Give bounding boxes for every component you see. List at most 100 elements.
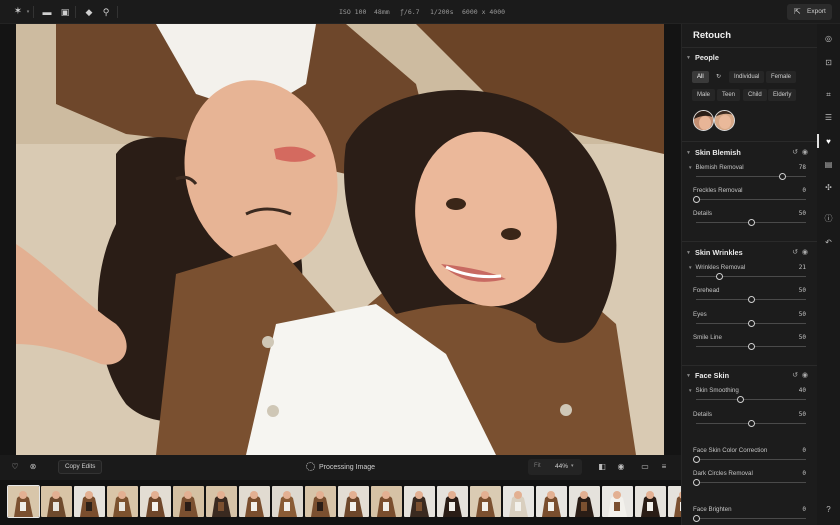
person-avatar[interactable] — [714, 110, 735, 131]
slider-handle[interactable] — [737, 396, 744, 403]
face-skin-toggle[interactable]: ▼ Face Skin — [686, 371, 729, 380]
slider-handle[interactable] — [748, 343, 755, 350]
slider-track[interactable] — [696, 276, 806, 277]
slider-value[interactable]: 78 — [799, 164, 806, 171]
filter-male[interactable]: Male — [692, 89, 716, 101]
chevron-down-icon[interactable]: ▾ — [571, 463, 574, 469]
slider-handle[interactable] — [693, 196, 700, 203]
slider-track[interactable] — [696, 518, 806, 519]
refresh-icon[interactable]: ↻ — [711, 71, 726, 83]
filmstrip-toggle-icon[interactable]: ▭ — [640, 462, 650, 472]
filmstrip-thumbnail[interactable] — [272, 486, 303, 517]
filmstrip-thumbnail[interactable] — [140, 486, 171, 517]
slider-value[interactable]: 50 — [799, 311, 806, 318]
slider-value[interactable]: 40 — [799, 387, 806, 394]
slider-track[interactable] — [696, 459, 806, 460]
slider-value[interactable]: 50 — [799, 411, 806, 418]
filmstrip-thumbnail[interactable] — [404, 486, 435, 517]
filmstrip-thumbnail[interactable] — [41, 486, 72, 517]
folder-icon[interactable]: ▬ — [41, 6, 53, 18]
people-section-toggle[interactable]: ▼ People — [686, 53, 719, 62]
filter-child[interactable]: Child — [743, 89, 767, 101]
compare-icon[interactable]: ◧ — [597, 462, 607, 472]
filter-individual[interactable]: Individual — [729, 71, 765, 83]
filmstrip-thumbnail[interactable] — [536, 486, 567, 517]
eye-icon[interactable]: ◉ — [802, 149, 808, 156]
filmstrip-thumbnail[interactable] — [239, 486, 270, 517]
slider-value[interactable]: 0 — [802, 187, 806, 194]
presets-icon[interactable]: ◎ — [823, 33, 834, 44]
eye-icon[interactable]: ◉ — [802, 249, 808, 256]
heart-icon[interactable]: ♡ — [10, 462, 20, 472]
filmstrip-thumbnail[interactable] — [7, 485, 40, 518]
skin-blemish-toggle[interactable]: ▼ Skin Blemish — [686, 148, 741, 157]
expand-caret-icon[interactable]: ▼ — [688, 165, 692, 170]
slider-value[interactable]: 50 — [799, 210, 806, 217]
slider-value[interactable]: 21 — [799, 264, 806, 271]
filmstrip-thumbnail[interactable] — [503, 486, 534, 517]
fit-button[interactable]: Fit — [534, 463, 541, 469]
slider-handle[interactable] — [748, 296, 755, 303]
copy-edits-button[interactable]: Copy Edits — [58, 460, 103, 474]
slider-track[interactable] — [696, 482, 806, 483]
slider-handle[interactable] — [693, 479, 700, 486]
filmstrip-thumbnail[interactable] — [74, 486, 105, 517]
slider-handle[interactable] — [716, 273, 724, 280]
help-icon[interactable]: ? — [823, 504, 834, 515]
eraser-icon[interactable]: ◆ — [83, 6, 95, 18]
history-icon[interactable]: ↶ — [823, 237, 834, 248]
layers-icon[interactable]: ▤ — [823, 159, 834, 170]
filter-female[interactable]: Female — [766, 71, 797, 83]
zoom-level[interactable]: 44% — [555, 463, 568, 470]
filter-all[interactable]: All — [692, 71, 709, 83]
slider-track[interactable] — [696, 176, 806, 177]
filmstrip-thumbnail[interactable] — [305, 486, 336, 517]
filmstrip-thumbnail[interactable] — [437, 486, 468, 517]
filmstrip-thumbnail[interactable] — [470, 486, 501, 517]
filmstrip-thumbnail[interactable] — [173, 486, 204, 517]
person-avatar[interactable] — [693, 110, 714, 131]
slider-value[interactable]: 0 — [802, 470, 806, 477]
filmstrip-thumbnail[interactable] — [602, 486, 633, 517]
filter-elderly[interactable]: Elderly — [768, 89, 797, 101]
filmstrip-thumbnail[interactable] — [338, 486, 369, 517]
skin-wrinkles-toggle[interactable]: ▼ Skin Wrinkles — [686, 248, 743, 257]
slider-handle[interactable] — [748, 320, 755, 327]
slider-track[interactable] — [696, 199, 806, 200]
expand-caret-icon[interactable]: ▼ — [688, 388, 692, 393]
reset-icon[interactable]: ↺ — [792, 149, 798, 156]
reset-icon[interactable]: ↺ — [792, 372, 798, 379]
slider-handle[interactable] — [693, 515, 700, 522]
retouch-icon[interactable]: ♥ — [823, 136, 834, 147]
slider-handle[interactable] — [693, 456, 700, 463]
slider-value[interactable]: 0 — [802, 447, 806, 454]
filter-teen[interactable]: Teen — [717, 89, 741, 101]
ai-select-icon[interactable]: ⊡ — [823, 57, 834, 68]
filmstrip-thumbnail[interactable] — [635, 486, 666, 517]
filmstrip-thumbnail[interactable] — [569, 486, 600, 517]
zoom-icon[interactable]: ⚲ — [100, 6, 112, 18]
gallery-icon[interactable]: ▣ — [59, 6, 71, 18]
eye-icon[interactable]: ◉ — [802, 372, 808, 379]
reject-icon[interactable]: ⊗ — [28, 462, 38, 472]
export-button[interactable]: ⇱ Export — [787, 4, 832, 20]
effects-icon[interactable]: ✣ — [823, 182, 834, 193]
slider-handle[interactable] — [748, 219, 755, 226]
filmstrip-thumbnail[interactable] — [107, 486, 138, 517]
expand-caret-icon[interactable]: ▼ — [688, 265, 692, 270]
photo-preview[interactable] — [16, 24, 664, 455]
slider-handle[interactable] — [748, 420, 755, 427]
crop-icon[interactable]: ⌗ — [823, 89, 834, 100]
filmstrip-thumbnail[interactable] — [371, 486, 402, 517]
slider-value[interactable]: 0 — [802, 506, 806, 513]
filmstrip-thumbnail[interactable] — [206, 486, 237, 517]
zoom-control[interactable]: Fit 44% ▾ — [528, 459, 582, 475]
adjustments-icon[interactable]: ☰ — [823, 112, 834, 123]
slider-value[interactable]: 50 — [799, 287, 806, 294]
sort-icon[interactable]: ≡ — [659, 462, 669, 472]
info-icon[interactable]: ⓘ — [823, 213, 834, 224]
eye-icon[interactable]: ◉ — [616, 462, 626, 472]
reset-icon[interactable]: ↺ — [792, 249, 798, 256]
slider-track[interactable] — [696, 399, 806, 400]
slider-value[interactable]: 50 — [799, 334, 806, 341]
